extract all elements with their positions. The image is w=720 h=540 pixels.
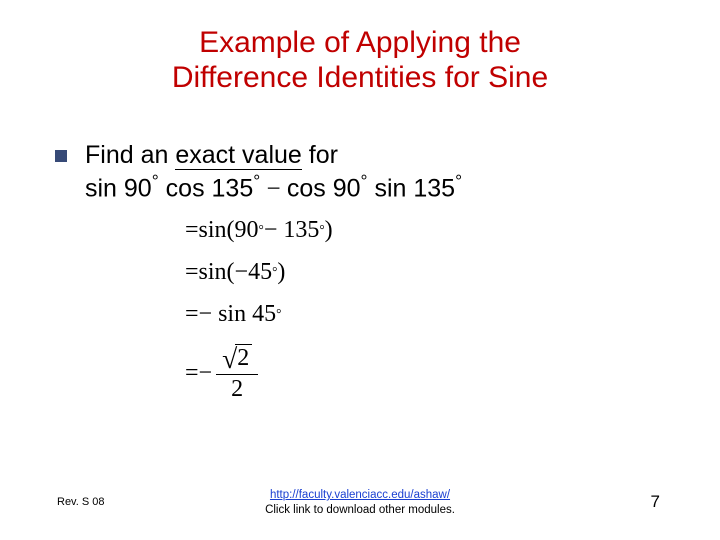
s1c: ) <box>325 218 333 242</box>
eq-4: = <box>185 361 199 385</box>
page-number: 7 <box>651 492 660 512</box>
slide-title: Example of Applying the Difference Ident… <box>0 26 720 95</box>
exact-value-underline: exact value <box>175 141 301 170</box>
radical-icon: √ <box>222 345 237 373</box>
radicand: 2 <box>235 344 252 371</box>
bullet-square-icon <box>55 150 67 162</box>
expr-sin135: sin 135 <box>368 175 456 203</box>
s1a: sin(90 <box>199 218 259 242</box>
sqrt: √ 2 <box>222 344 252 372</box>
s2a: sin(−45 <box>199 260 273 284</box>
deg-4: ° <box>455 171 462 191</box>
eq-2: = <box>185 260 199 284</box>
fraction: √ 2 2 <box>216 344 258 401</box>
bullet-text: Find an exact value for sin 90° cos 135°… <box>85 140 462 205</box>
s2b: ) <box>277 260 285 284</box>
s3a: − sin 45 <box>199 302 277 326</box>
bullet-lead: Find an <box>85 141 175 169</box>
fraction-denominator: 2 <box>216 375 258 401</box>
eq-3: = <box>185 302 199 326</box>
expr-sin90: sin 90 <box>85 175 152 203</box>
expr-cos90: cos 90 <box>287 175 361 203</box>
eq-1: = <box>185 218 199 242</box>
expr-minus: − <box>260 176 287 203</box>
math-step-3: = − sin 45° <box>185 302 333 326</box>
footer-caption: Click link to download other modules. <box>265 504 455 516</box>
expr-cos135: cos 135 <box>159 175 254 203</box>
bullet-tail: for <box>302 141 338 169</box>
s4prefix: − <box>199 361 213 385</box>
math-step-4: = − √ 2 2 <box>185 344 333 401</box>
s1b: − 135 <box>264 218 320 242</box>
fraction-numerator: √ 2 <box>216 344 258 375</box>
slide: Example of Applying the Difference Ident… <box>0 0 720 540</box>
footer-center: http://faculty.valenciacc.edu/ashaw/ Cli… <box>0 488 720 518</box>
deg-3: ° <box>361 171 368 191</box>
math-step-1: = sin(90° − 135°) <box>185 218 333 242</box>
title-line-2: Difference Identities for Sine <box>172 61 548 94</box>
deg-1: ° <box>152 171 159 191</box>
bullet-item: Find an exact value for sin 90° cos 135°… <box>55 140 680 205</box>
math-step-2: = sin(−45°) <box>185 260 333 284</box>
title-line-1: Example of Applying the <box>199 26 521 59</box>
slide-body: Find an exact value for sin 90° cos 135°… <box>55 140 680 205</box>
math-derivation: = sin(90° − 135°) = sin(−45°) = − sin 45… <box>185 218 333 419</box>
s3deg: ° <box>276 307 281 320</box>
footer-link[interactable]: http://faculty.valenciacc.edu/ashaw/ <box>270 489 450 501</box>
